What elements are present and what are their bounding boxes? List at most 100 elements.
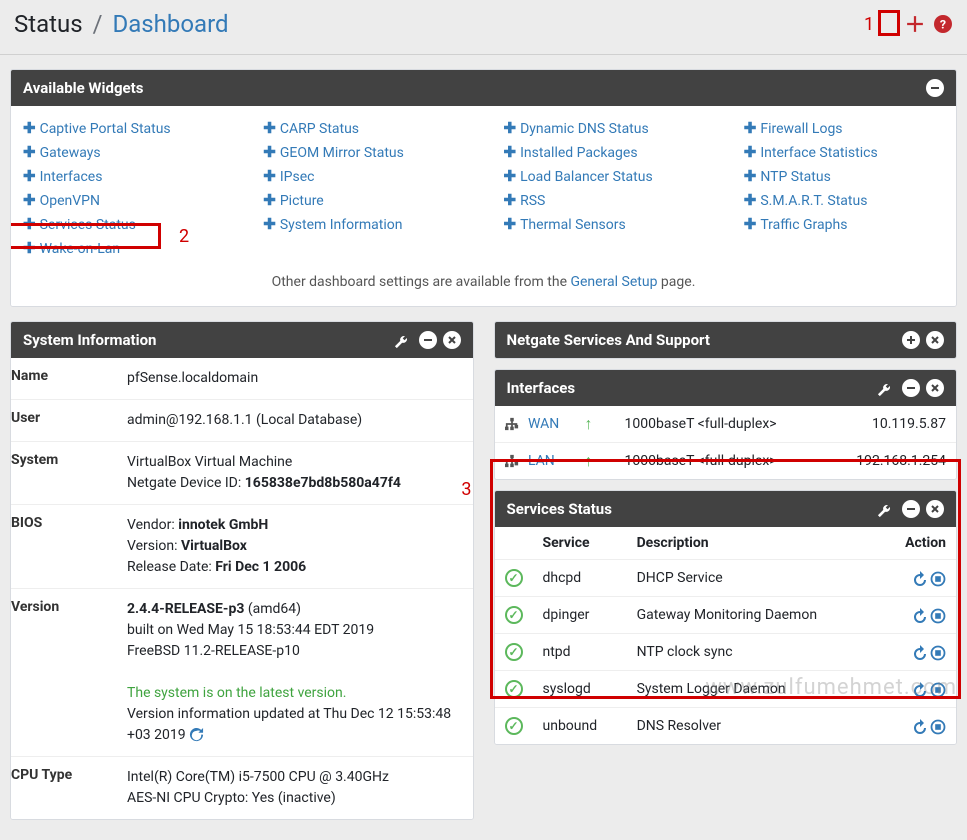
stop-service-icon[interactable] <box>930 642 946 662</box>
widget-item[interactable]: ✚IPsec <box>263 164 463 188</box>
row-user-val: admin@192.168.1.1 (Local Database) <box>121 400 473 442</box>
plus-icon: ✚ <box>23 143 36 161</box>
interface-speed: 1000baseT <full-duplex> <box>615 406 824 443</box>
widget-link[interactable]: Dynamic DNS Status <box>520 121 649 137</box>
services-status-panel: Services Status Service Description Acti <box>494 490 958 745</box>
col-action: Action <box>879 527 956 560</box>
widget-link[interactable]: Load Balancer Status <box>520 169 653 185</box>
widget-item[interactable]: ✚GEOM Mirror Status <box>263 140 463 164</box>
widget-item[interactable]: ✚S.M.A.R.T. Status <box>744 188 944 212</box>
plus-icon: ✚ <box>744 191 757 209</box>
widget-item[interactable]: ✚Firewall Logs <box>744 116 944 140</box>
wrench-icon[interactable] <box>877 379 892 397</box>
wrench-icon[interactable] <box>877 500 892 518</box>
minimize-icon[interactable] <box>902 500 920 518</box>
interface-link[interactable]: LAN <box>528 453 555 469</box>
widget-item[interactable]: ✚CARP Status <box>263 116 463 140</box>
service-row: ✓dhcpdDHCP Service <box>495 560 957 597</box>
widget-link[interactable]: Interfaces <box>40 169 103 185</box>
widget-link[interactable]: Captive Portal Status <box>40 121 171 137</box>
collapse-icon[interactable] <box>926 79 944 97</box>
plus-icon: ✚ <box>504 215 517 233</box>
widget-item[interactable]: ✚Dynamic DNS Status <box>504 116 704 140</box>
widget-link[interactable]: Gateways <box>40 145 101 161</box>
row-version-val: 2.4.4-RELEASE-p3 (amd64) built on Wed Ma… <box>121 589 473 757</box>
widget-link[interactable]: OpenVPN <box>40 193 100 209</box>
add-widget-icon[interactable] <box>905 14 925 34</box>
widget-link[interactable]: Firewall Logs <box>760 121 842 137</box>
page-header: Status / Dashboard ? <box>0 0 967 55</box>
wrench-icon[interactable] <box>394 331 409 349</box>
widget-item[interactable]: ✚Load Balancer Status <box>504 164 704 188</box>
interface-row: LAN↑1000baseT <full-duplex>192.168.1.254 <box>495 443 957 480</box>
restart-service-icon[interactable] <box>912 605 928 625</box>
row-system-key: System <box>11 442 121 505</box>
widget-item[interactable]: ✚Interface Statistics <box>744 140 944 164</box>
widget-link[interactable]: NTP Status <box>760 169 830 185</box>
stop-service-icon[interactable] <box>930 679 946 699</box>
restart-service-icon[interactable] <box>912 568 928 588</box>
widget-link[interactable]: Interface Statistics <box>760 145 877 161</box>
widget-link[interactable]: S.M.A.R.T. Status <box>760 193 867 209</box>
close-icon[interactable] <box>443 331 461 349</box>
interfaces-title: Interfaces <box>507 379 576 397</box>
widget-item[interactable]: ✚Thermal Sensors <box>504 212 704 236</box>
stop-service-icon[interactable] <box>930 568 946 588</box>
interfaces-table: WAN↑1000baseT <full-duplex>10.119.5.87 L… <box>495 406 957 479</box>
widget-item[interactable]: ✚OpenVPN <box>23 188 223 212</box>
link-up-icon: ↑ <box>585 414 593 433</box>
widget-item[interactable]: ✚Captive Portal Status <box>23 116 223 140</box>
service-desc: Gateway Monitoring Daemon <box>627 597 880 634</box>
service-name: dpinger <box>533 597 627 634</box>
widget-item[interactable]: ✚Installed Packages <box>504 140 704 164</box>
widgets-note: Other dashboard settings are available f… <box>23 260 944 296</box>
widget-link[interactable]: Thermal Sensors <box>520 217 626 233</box>
widget-item[interactable]: ✚Picture <box>263 188 463 212</box>
interface-link[interactable]: WAN <box>528 416 559 432</box>
widget-item[interactable]: ✚Interfaces <box>23 164 223 188</box>
general-setup-link[interactable]: General Setup <box>570 274 657 290</box>
service-name: ntpd <box>533 634 627 671</box>
expand-icon[interactable] <box>902 331 920 349</box>
widget-item[interactable]: ✚System Information <box>263 212 463 236</box>
plus-icon: ✚ <box>263 143 276 161</box>
restart-service-icon[interactable] <box>912 679 928 699</box>
close-icon[interactable] <box>926 500 944 518</box>
breadcrumb-page[interactable]: Dashboard <box>112 10 228 38</box>
widget-link[interactable]: Services Status <box>40 217 136 233</box>
minimize-icon[interactable] <box>419 331 437 349</box>
widget-link[interactable]: System Information <box>280 217 403 233</box>
col-description: Description <box>627 527 880 560</box>
close-icon[interactable] <box>926 379 944 397</box>
restart-service-icon[interactable] <box>912 716 928 736</box>
widget-item[interactable]: ✚Traffic Graphs <box>744 212 944 236</box>
stop-service-icon[interactable] <box>930 716 946 736</box>
status-ok-icon: ✓ <box>505 680 523 698</box>
widget-link[interactable]: Wake-on-Lan <box>40 241 121 257</box>
widget-link[interactable]: Picture <box>280 193 324 209</box>
refresh-version-icon[interactable] <box>189 727 204 743</box>
widget-link[interactable]: RSS <box>520 193 545 209</box>
help-icon[interactable]: ? <box>933 14 953 34</box>
widget-item[interactable]: ✚Gateways <box>23 140 223 164</box>
status-ok-icon: ✓ <box>505 717 523 735</box>
widget-item[interactable]: ✚RSS <box>504 188 704 212</box>
widget-item[interactable]: ✚NTP Status <box>744 164 944 188</box>
available-widgets-title: Available Widgets <box>23 79 143 97</box>
stop-service-icon[interactable] <box>930 605 946 625</box>
row-system-val: VirtualBox Virtual Machine Netgate Devic… <box>121 442 473 505</box>
widget-link[interactable]: Installed Packages <box>520 145 637 161</box>
widget-link[interactable]: GEOM Mirror Status <box>280 145 404 161</box>
status-ok-icon: ✓ <box>505 569 523 587</box>
plus-icon: ✚ <box>744 119 757 137</box>
widget-item[interactable]: ✚Services Status <box>23 212 223 236</box>
close-icon[interactable] <box>926 331 944 349</box>
plus-icon: ✚ <box>263 215 276 233</box>
breadcrumb-root: Status <box>14 10 83 38</box>
minimize-icon[interactable] <box>902 379 920 397</box>
restart-service-icon[interactable] <box>912 642 928 662</box>
widget-link[interactable]: Traffic Graphs <box>760 217 847 233</box>
widget-link[interactable]: CARP Status <box>280 121 359 137</box>
widget-item[interactable]: ✚Wake-on-Lan <box>23 236 223 260</box>
widget-link[interactable]: IPsec <box>280 169 315 185</box>
